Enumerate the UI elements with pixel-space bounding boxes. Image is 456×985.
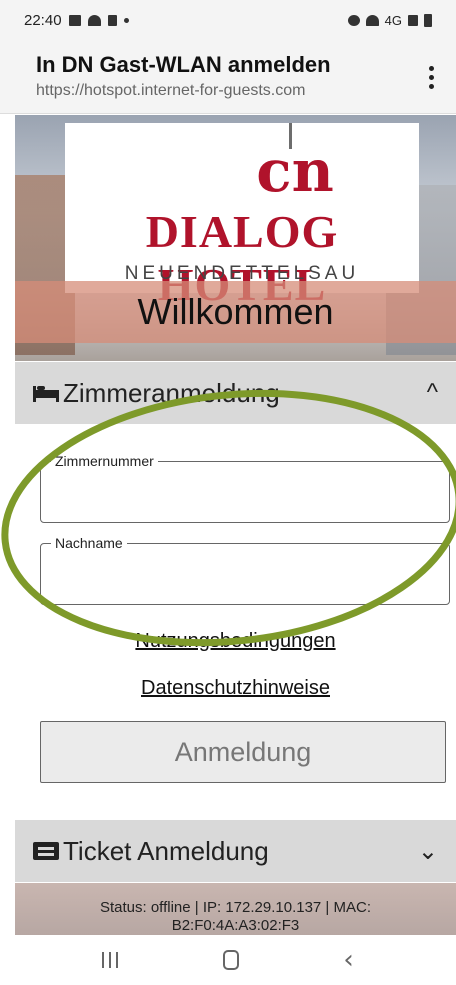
ticket-login-header[interactable]: Ticket Anmeldung ⌄ [15,820,456,882]
room-number-field[interactable]: Zimmernummer [40,453,450,523]
status-bar: 22:40 4G [0,0,456,40]
home-icon[interactable] [222,950,239,970]
login-button[interactable]: Anmeldung [40,721,446,783]
page-url: https://hotspot.internet-for-guests.com [36,82,306,99]
wifi-icon [87,14,101,26]
alarm-icon [347,14,360,26]
room-number-label: Zimmernummer [51,453,158,469]
ticket-icon [33,842,59,860]
navigation-bar: ‹ [0,935,456,985]
welcome-heading: Willkommen [137,291,334,332]
hotel-logo: cn DIALOG HOTEL NEUENDETTELSAU [65,123,419,310]
logo-mark: cn [256,137,334,205]
chevron-up-icon[interactable]: ^ [427,379,438,407]
portal-title-bar: In DN Gast-WLAN anmelden https://hotspot… [0,40,456,114]
recents-icon[interactable] [102,952,119,968]
sim-icon [107,14,117,26]
bed-icon [33,384,59,402]
privacy-link[interactable]: Datenschutzhinweise [15,677,456,700]
room-login-title: Zimmeranmeldung [63,377,280,408]
wifi-signal-icon [365,14,379,26]
hero-banner: cn DIALOG HOTEL NEUENDETTELSAU Willkomme… [15,115,456,361]
terms-link[interactable]: Nutzungsbedingungen [15,630,456,653]
last-name-field[interactable]: Nachname [40,535,450,605]
clock: 22:40 [24,11,62,29]
last-name-label: Nachname [51,535,127,551]
battery-icon [424,13,432,27]
cell-signal-icon [408,14,418,26]
network-type: 4G [384,12,402,28]
status-line: Status: offline | IP: 172.29.10.137 | MA… [99,899,371,916]
image-icon [68,14,81,26]
overflow-menu-icon[interactable] [428,66,434,89]
page-title: In DN Gast-WLAN anmelden [36,52,331,77]
mac-address: B2:F0:4A:A3:02:F3 [171,917,300,934]
chevron-down-icon[interactable]: ⌄ [418,837,438,866]
notification-dot-icon [123,17,129,23]
ticket-login-title: Ticket Anmeldung [63,835,269,866]
back-icon[interactable]: ‹ [343,945,353,975]
room-login-header[interactable]: Zimmeranmeldung ^ [15,362,456,424]
status-footer: Status: offline | IP: 172.29.10.137 | MA… [15,883,456,935]
